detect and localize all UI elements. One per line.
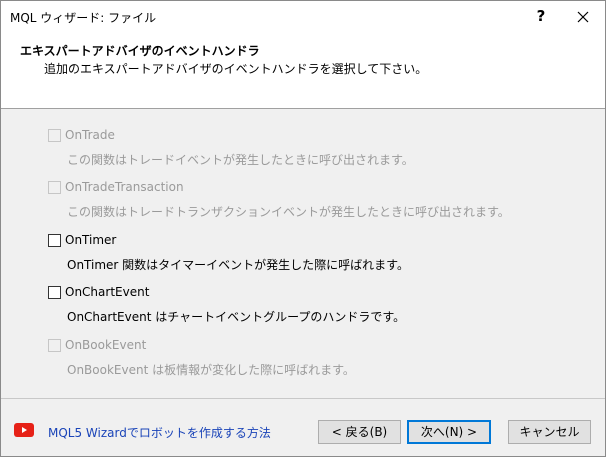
help-video-link[interactable]: MQL5 Wizardでロボットを作成する方法 <box>48 424 271 441</box>
cancel-button[interactable]: キャンセル <box>508 420 591 444</box>
onchartevent-label[interactable]: OnChartEvent <box>65 285 149 299</box>
onbookevent-checkbox[interactable] <box>48 339 61 352</box>
title-bar: MQL ウィザード: ファイル ? <box>1 1 605 32</box>
ontrade-checkbox[interactable] <box>48 129 61 142</box>
ontrade-label: OnTrade <box>65 128 115 142</box>
youtube-icon[interactable] <box>14 423 34 437</box>
ontimer-description: OnTimer 関数はタイマーイベントが発生した際に呼ばれます。 <box>67 258 409 272</box>
ontimer-checkbox[interactable] <box>48 234 61 247</box>
page-subtitle: 追加のエキスパートアドバイザのイベントハンドラを選択して下さい。 <box>44 62 428 76</box>
back-button[interactable]: < 戻る(B) <box>318 420 401 444</box>
footer-divider <box>1 398 605 399</box>
wizard-window: MQL ウィザード: ファイル ? エキスパートアドバイザのイベントハンドラ 追… <box>0 0 606 457</box>
ontradetransaction-label: OnTradeTransaction <box>65 180 184 194</box>
ontradetransaction-checkbox[interactable] <box>48 181 61 194</box>
help-button[interactable]: ? <box>527 2 555 31</box>
onchartevent-checkbox[interactable] <box>48 286 61 299</box>
window-title: MQL ウィザード: ファイル <box>10 11 157 25</box>
onbookevent-label: OnBookEvent <box>65 338 147 352</box>
next-button[interactable]: 次へ(N) > <box>407 420 491 444</box>
close-button[interactable] <box>569 2 597 31</box>
page-title: エキスパートアドバイザのイベントハンドラ <box>20 44 260 58</box>
ontrade-description: この関数はトレードイベントが発生したときに呼び出されます。 <box>67 153 414 167</box>
ontimer-label[interactable]: OnTimer <box>65 233 116 247</box>
onchartevent-description: OnChartEvent はチャートイベントグループのハンドラです。 <box>67 310 406 324</box>
onbookevent-description: OnBookEvent は板情報が変化した際に呼ばれます。 <box>67 363 355 377</box>
wizard-header: エキスパートアドバイザのイベントハンドラ 追加のエキスパートアドバイザのイベント… <box>1 32 605 109</box>
close-icon <box>577 11 589 23</box>
ontradetransaction-description: この関数はトレードトランザクションイベントが発生したときに呼び出されます。 <box>67 205 510 219</box>
